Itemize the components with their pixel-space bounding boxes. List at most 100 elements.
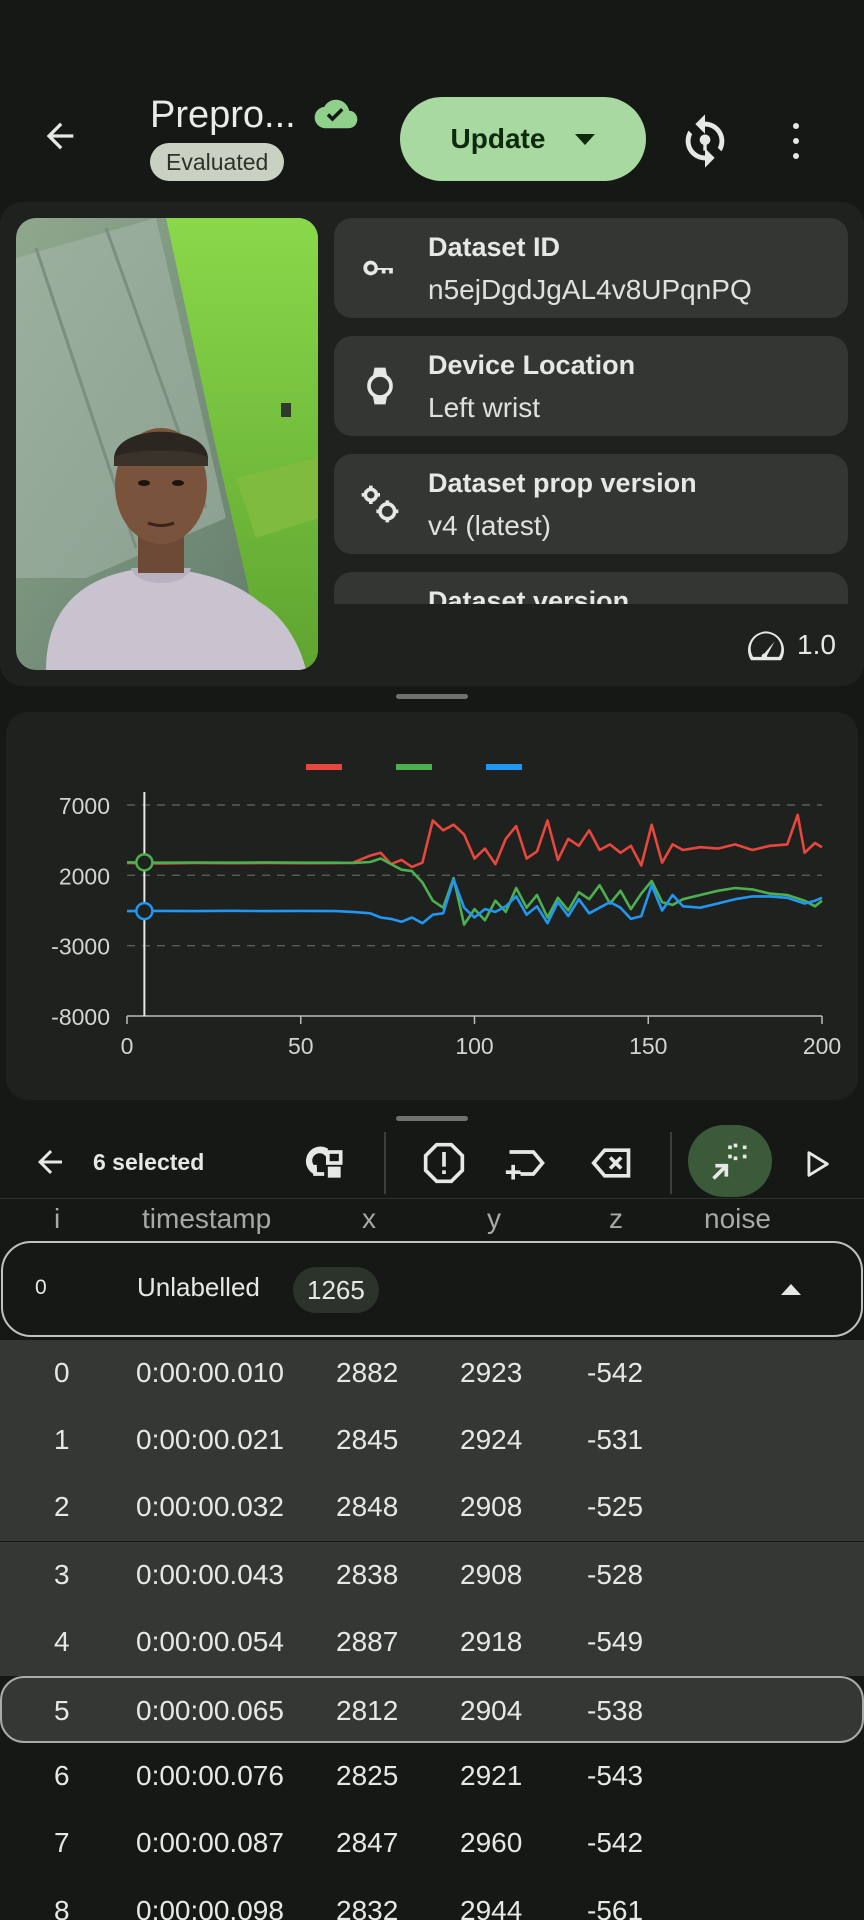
x-tick-label: 100 <box>455 1033 493 1059</box>
status-badge: Evaluated <box>150 143 285 181</box>
page-title: Prepro... <box>150 94 296 136</box>
toolbar-divider <box>384 1132 386 1194</box>
playback-speed[interactable]: 1.0 <box>745 628 836 662</box>
sync-pin-icon[interactable] <box>676 112 734 170</box>
cell-z: -531 <box>587 1424 644 1456</box>
select-inverse-button[interactable] <box>300 1137 352 1189</box>
column-header-timestamp[interactable]: timestamp <box>142 1203 271 1235</box>
series-line <box>126 878 823 925</box>
table-row[interactable]: 5 0:00:00.065 2812 2904 -538 <box>0 1676 864 1743</box>
dataset-properties-list[interactable]: Dataset ID n5ejDgdJgAL4v8UPqnPQ Device L… <box>334 218 848 604</box>
property-dataset-id[interactable]: Dataset ID n5ejDgdJgAL4v8UPqnPQ <box>334 218 848 318</box>
series-line <box>126 813 823 869</box>
table-row[interactable]: 0 0:00:00.010 2882 2923 -542 <box>0 1340 864 1407</box>
label-add-icon <box>505 1150 545 1180</box>
legend-swatch[interactable] <box>396 764 432 770</box>
table-row[interactable]: 2 0:00:00.032 2848 2908 -525 <box>0 1474 864 1542</box>
play-button[interactable] <box>790 1138 842 1190</box>
column-header-noise[interactable]: noise <box>704 1203 771 1235</box>
cell-z: -528 <box>587 1558 644 1590</box>
column-header-y[interactable]: y <box>487 1203 501 1235</box>
group-count-badge: 1265 <box>293 1267 379 1313</box>
more-options-button[interactable] <box>780 117 812 165</box>
legend-swatch[interactable] <box>486 764 522 770</box>
cell-z: -561 <box>587 1894 644 1920</box>
x-tick-label: 0 <box>121 1033 134 1059</box>
column-header-x[interactable]: x <box>362 1203 376 1235</box>
drag-handle[interactable] <box>396 694 468 699</box>
cell-z: -543 <box>587 1760 644 1792</box>
legend-swatch[interactable] <box>306 764 342 770</box>
property-value: Left wrist <box>428 392 541 423</box>
cell-timestamp: 0:00:00.021 <box>136 1424 284 1456</box>
dot <box>793 138 799 144</box>
update-button[interactable]: Update <box>400 97 646 181</box>
sensor-line-chart[interactable]: 7000 2000 -3000 -8000 0 50 100 150 200 <box>6 712 858 1100</box>
cell-y: 2908 <box>460 1491 523 1523</box>
chevron-up-icon[interactable] <box>781 1284 801 1295</box>
cell-timestamp: 0:00:00.010 <box>136 1357 284 1388</box>
cell-z: -542 <box>587 1827 644 1859</box>
person-photo-image <box>16 218 318 670</box>
sensor-chart-card: 7000 2000 -3000 -8000 0 50 100 150 200 <box>6 712 858 1100</box>
cell-y: 2944 <box>460 1894 523 1920</box>
property-label: Dataset prop version <box>428 468 697 498</box>
table-row[interactable]: 3 0:00:00.043 2838 2908 -528 <box>0 1541 864 1609</box>
cell-z: -542 <box>587 1357 644 1388</box>
selection-count: 6 selected <box>93 1149 205 1175</box>
dataset-photo[interactable] <box>16 218 318 670</box>
table-row[interactable]: 4 0:00:00.054 2887 2918 -549 <box>0 1608 864 1676</box>
clear-selection-button[interactable] <box>24 1136 76 1188</box>
table-row[interactable]: 8 0:00:00.098 2832 2944 -561 <box>0 1878 864 1920</box>
column-header-i[interactable]: i <box>54 1203 60 1235</box>
back-button[interactable] <box>28 104 92 168</box>
cell-timestamp: 0:00:00.065 <box>136 1695 284 1726</box>
cell-x: 2882 <box>336 1357 399 1388</box>
property-label: Device Location <box>428 350 636 380</box>
arrow-left-icon <box>38 1150 62 1174</box>
cell-i: 8 <box>54 1894 70 1920</box>
cell-x: 2887 <box>336 1625 399 1657</box>
label-group-row[interactable]: 0 Unlabelled 1265 <box>1 1241 863 1337</box>
dot <box>793 123 799 129</box>
cell-timestamp: 0:00:00.054 <box>136 1625 284 1657</box>
collapse-icon <box>712 1143 747 1180</box>
remove-label-button[interactable] <box>586 1137 638 1189</box>
y-tick-label: 7000 <box>59 793 110 819</box>
cell-x: 2838 <box>336 1558 399 1590</box>
cell-y: 2904 <box>460 1695 523 1726</box>
cell-timestamp: 0:00:00.076 <box>136 1760 284 1792</box>
property-dataset-prop-version[interactable]: Dataset prop version v4 (latest) <box>334 454 848 554</box>
table-row[interactable]: 1 0:00:00.021 2845 2924 -531 <box>0 1407 864 1475</box>
cell-i: 7 <box>54 1827 70 1859</box>
drag-handle[interactable] <box>396 1116 468 1121</box>
cloud-done-icon <box>314 99 358 129</box>
cell-z: -549 <box>587 1625 644 1657</box>
y-tick-label: -3000 <box>51 934 110 960</box>
table-row[interactable]: 7 0:00:00.087 2847 2960 -542 <box>0 1810 864 1877</box>
property-label: Dataset ID <box>428 232 561 262</box>
cell-x: 2847 <box>336 1827 399 1859</box>
mark-noise-button[interactable] <box>418 1137 470 1189</box>
alert-octagon-icon <box>423 1142 465 1184</box>
cell-z: -538 <box>587 1695 644 1726</box>
property-device-location[interactable]: Device Location Left wrist <box>334 336 848 436</box>
cell-x: 2845 <box>336 1424 399 1456</box>
table-row[interactable]: 6 0:00:00.076 2825 2921 -543 <box>0 1743 864 1810</box>
top-app-bar: Prepro... Evaluated Update <box>0 0 864 200</box>
cell-timestamp: 0:00:00.098 <box>136 1894 284 1920</box>
y-tick-label: -8000 <box>51 1004 110 1030</box>
watch-icon <box>367 367 393 405</box>
group-index: 0 <box>35 1276 47 1299</box>
series-line <box>126 857 823 926</box>
cursor-marker <box>135 853 154 872</box>
property-dataset-version[interactable]: Dataset version <box>334 572 848 604</box>
cell-timestamp: 0:00:00.032 <box>136 1491 284 1523</box>
column-header-z[interactable]: z <box>609 1203 623 1235</box>
gears-icon <box>361 485 399 523</box>
add-label-button[interactable] <box>500 1137 552 1189</box>
key-icon <box>363 260 393 276</box>
cell-timestamp: 0:00:00.087 <box>136 1827 284 1859</box>
cell-i: 6 <box>54 1760 70 1792</box>
x-tick-label: 150 <box>629 1033 667 1059</box>
